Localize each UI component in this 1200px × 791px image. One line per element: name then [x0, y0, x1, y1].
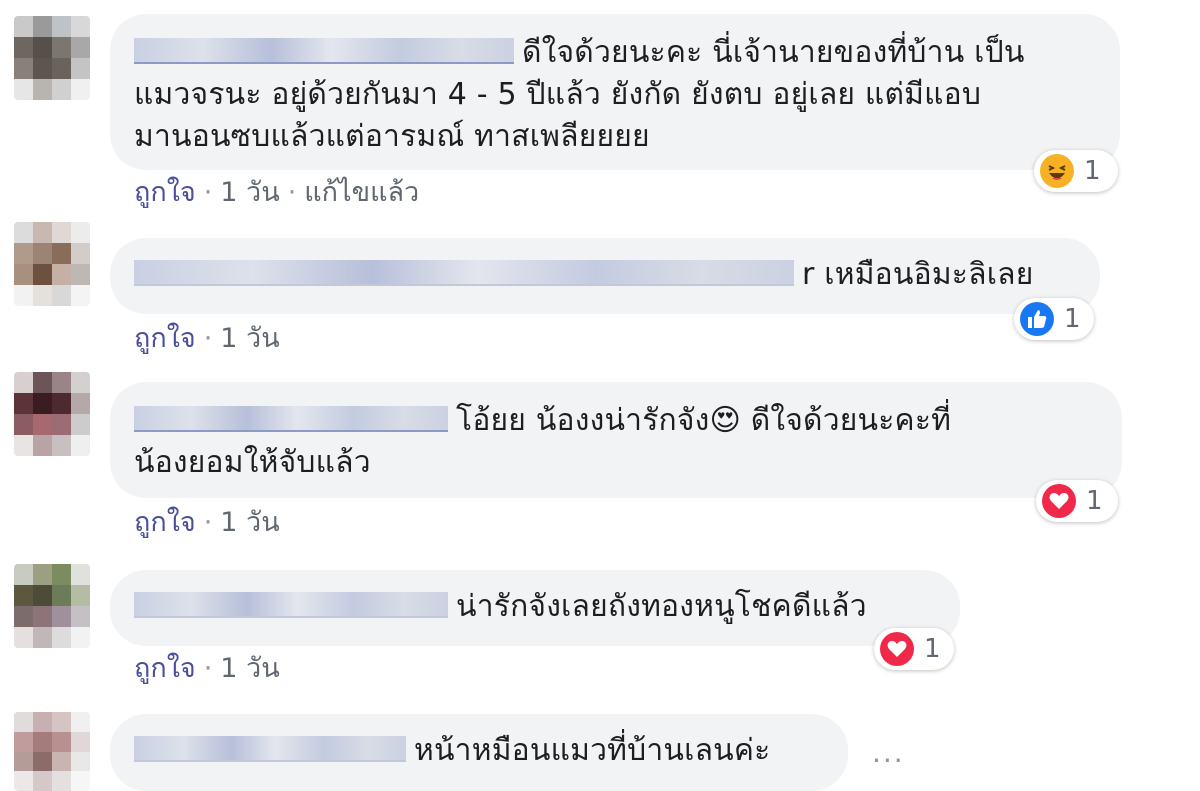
author-name-blurred[interactable]	[134, 592, 448, 618]
reaction-count: 1	[1084, 156, 1101, 186]
timestamp[interactable]: 1 วัน	[220, 507, 279, 538]
reaction-badge[interactable]: 1	[1034, 150, 1118, 192]
comment-bubble: หน้าหมือนแมวที่บ้านเลนค่ะ	[110, 714, 848, 791]
love-icon	[1042, 484, 1076, 518]
avatar[interactable]	[14, 564, 90, 648]
comment-text: หน้าหมือนแมวที่บ้านเลนค่ะ	[134, 730, 820, 772]
comment-bubble: โอ้ยย น้องงน่ารักจัง😍 ดีใจด้วยนะคะที่ น้…	[110, 382, 1122, 498]
laugh-icon	[1040, 154, 1074, 188]
like-link[interactable]: ถูกใจ	[134, 323, 196, 354]
comment-meta: ถูกใจ · 1 วัน	[134, 653, 280, 684]
comment-text: น่ารักจังเลยถังทองหนูโชคดีแล้ว	[134, 586, 932, 628]
avatar[interactable]	[14, 222, 90, 306]
avatar[interactable]	[14, 16, 90, 100]
edited-label[interactable]: แก้ไขแล้ว	[304, 177, 419, 208]
comment-text: r เหมือนอิมะลิเลย	[134, 254, 1072, 296]
author-name-blurred[interactable]	[134, 736, 406, 762]
like-link[interactable]: ถูกใจ	[134, 507, 196, 538]
reaction-badge[interactable]: 1	[1036, 480, 1118, 522]
comment-meta: ถูกใจ · 1 วัน · แก้ไขแล้ว	[134, 177, 420, 208]
reaction-count: 1	[1086, 486, 1103, 516]
reaction-badge[interactable]: 1	[874, 628, 954, 670]
author-name-blurred[interactable]	[134, 38, 514, 64]
timestamp[interactable]: 1 วัน	[220, 653, 279, 684]
author-name-blurred[interactable]	[134, 406, 448, 432]
comment-meta: ถูกใจ · 1 วัน	[134, 507, 280, 538]
reaction-count: 1	[924, 634, 941, 664]
avatar[interactable]	[14, 712, 90, 791]
reaction-badge[interactable]: 1	[1014, 298, 1094, 340]
avatar[interactable]	[14, 372, 90, 456]
comment-text: โอ้ยย น้องงน่ารักจัง😍 ดีใจด้วยนะคะที่ น้…	[134, 403, 952, 480]
comment-text: ดีใจด้วยนะคะ นี่เจ้านายของที่บ้าน เป็น แ…	[134, 35, 1025, 154]
reaction-count: 1	[1064, 304, 1081, 334]
comment-bubble: น่ารักจังเลยถังทองหนูโชคดีแล้ว	[110, 570, 960, 646]
love-icon	[880, 632, 914, 666]
comment-bubble: ดีใจด้วยนะคะ นี่เจ้านายของที่บ้าน เป็น แ…	[110, 14, 1120, 170]
timestamp[interactable]: 1 วัน	[220, 177, 279, 208]
author-name-blurred[interactable]	[134, 260, 794, 286]
like-link[interactable]: ถูกใจ	[134, 177, 196, 208]
like-link[interactable]: ถูกใจ	[134, 653, 196, 684]
more-options-icon[interactable]: ...	[872, 736, 905, 769]
comment-meta: ถูกใจ · 1 วัน	[134, 323, 280, 354]
like-icon	[1020, 302, 1054, 336]
comment-bubble: r เหมือนอิมะลิเลย	[110, 238, 1100, 314]
timestamp[interactable]: 1 วัน	[220, 323, 279, 354]
